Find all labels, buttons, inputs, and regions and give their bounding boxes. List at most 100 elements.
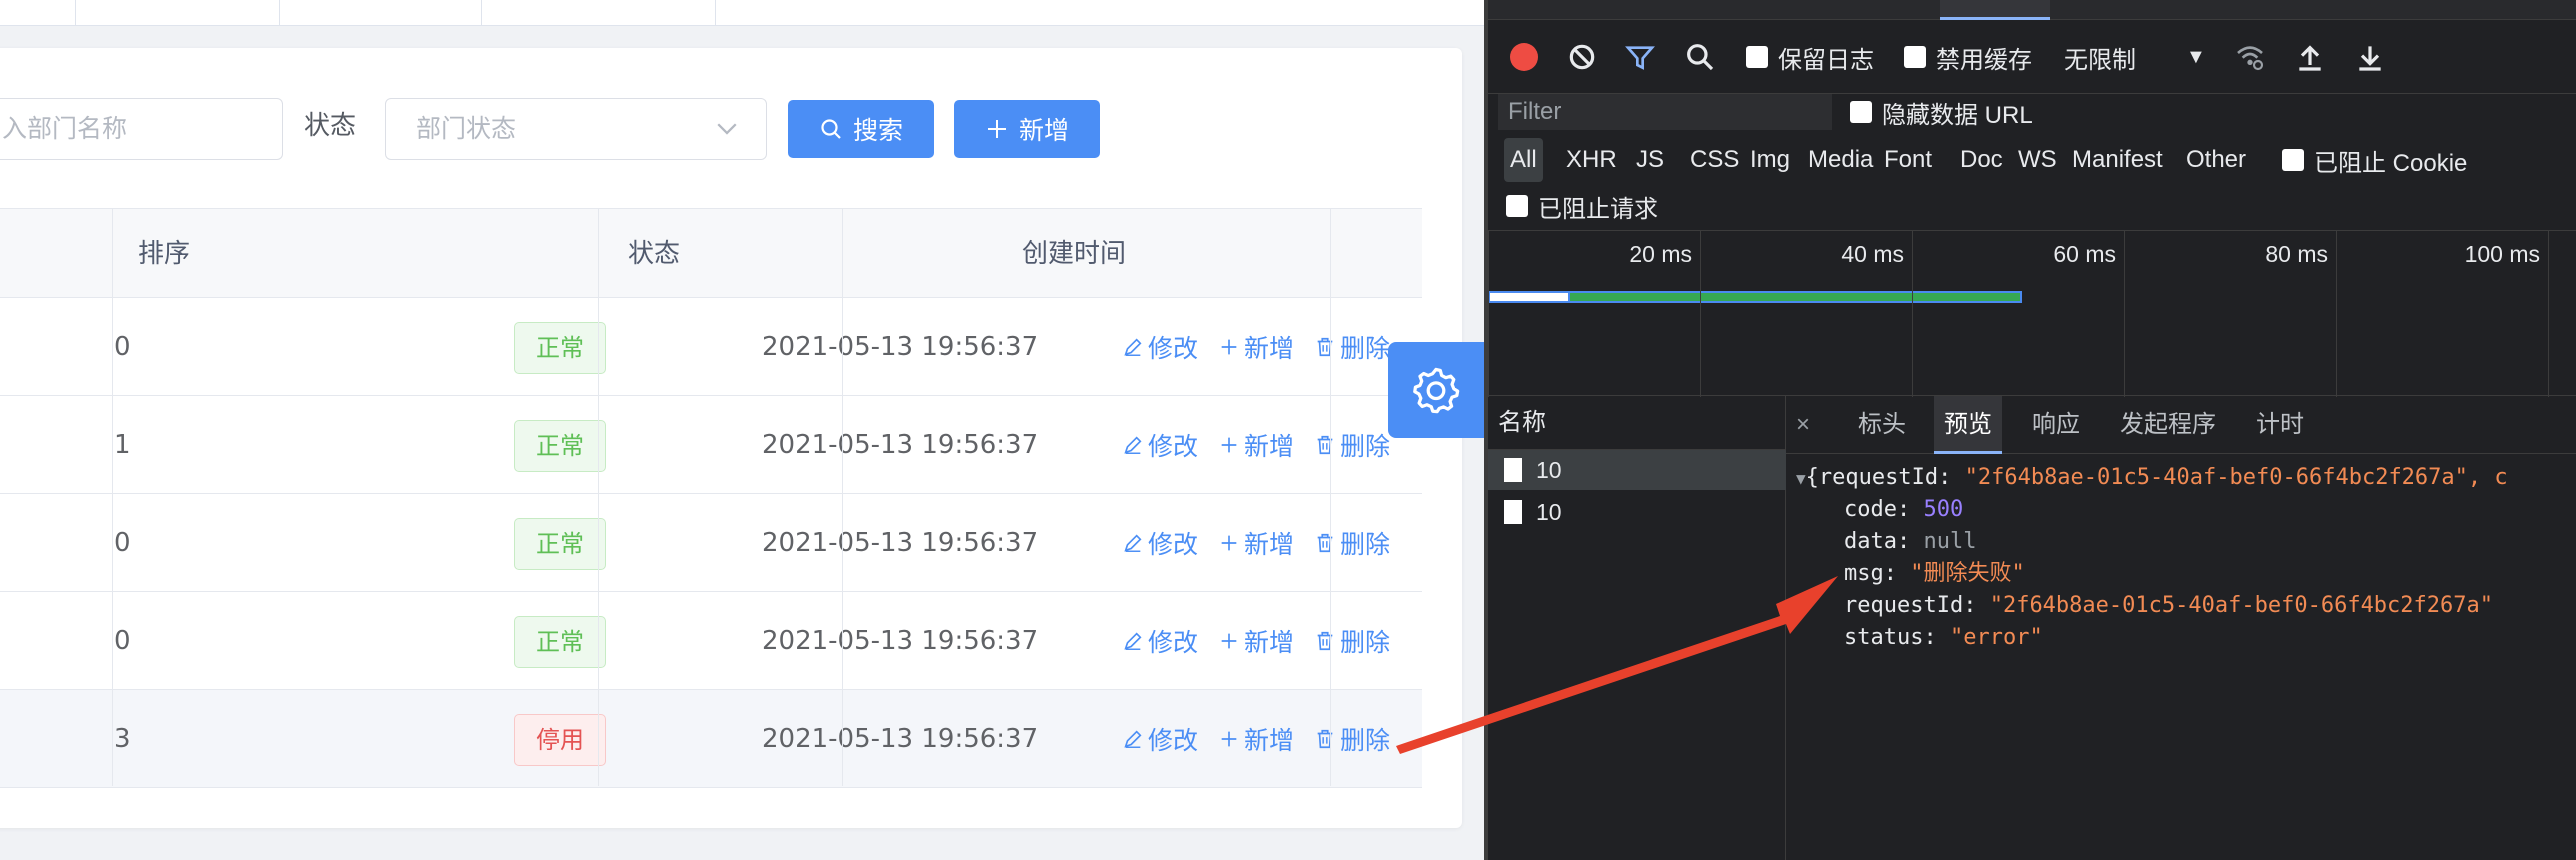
- trash-icon: [1317, 729, 1333, 749]
- edit-button[interactable]: 修改: [1122, 721, 1198, 757]
- type-filter-js[interactable]: JS: [1630, 138, 1670, 182]
- blocked-cookies-checkbox[interactable]: 已阻止 Cookie: [2282, 138, 2467, 182]
- edit-button[interactable]: 修改: [1122, 427, 1198, 463]
- timeline-bar-download: [1570, 291, 2022, 303]
- json-value: null: [1923, 529, 1977, 554]
- type-filter-all[interactable]: All: [1504, 138, 1543, 182]
- checkbox-box: [2282, 149, 2304, 171]
- add-label: 新增: [1244, 628, 1295, 657]
- trash-icon: [1317, 631, 1333, 651]
- type-filter-manifest[interactable]: Manifest: [2066, 138, 2169, 182]
- type-filter-font[interactable]: Font: [1878, 138, 1938, 182]
- add-child-button[interactable]: 新增: [1218, 525, 1294, 561]
- json-value: "2f64b8ae-01c5-40af-bef0-66f4bc2f267a": [1989, 593, 2494, 618]
- add-button[interactable]: 新增: [954, 100, 1100, 158]
- filter-input[interactable]: Filter: [1498, 94, 1832, 130]
- export-har-button[interactable]: [2354, 20, 2386, 94]
- import-har-button[interactable]: [2294, 20, 2326, 94]
- gear-icon: [1413, 367, 1460, 414]
- type-filter-ws[interactable]: WS: [2012, 138, 2063, 182]
- add-child-button[interactable]: 新增: [1218, 721, 1294, 757]
- checkbox-box: [1746, 46, 1768, 68]
- type-filter-css[interactable]: CSS: [1684, 138, 1745, 182]
- edit-button[interactable]: 修改: [1122, 623, 1198, 659]
- timeline-tick-label: 100 ms: [2464, 241, 2540, 267]
- document-icon: [1504, 500, 1522, 524]
- edit-button[interactable]: 修改: [1122, 525, 1198, 561]
- network-timeline[interactable]: 20 ms 40 ms 60 ms 80 ms 100 ms: [1488, 230, 2576, 397]
- edit-label: 修改: [1148, 726, 1199, 755]
- delete-button[interactable]: 删除: [1314, 525, 1390, 561]
- status-select[interactable]: 部门状态: [385, 98, 767, 160]
- timeline-gridline: [1912, 231, 1913, 397]
- timeline-gridline: [1488, 231, 1489, 397]
- type-filter-img[interactable]: Img: [1744, 138, 1796, 182]
- timeline-tick-label: 20 ms: [1629, 241, 1692, 267]
- disable-cache-label: 禁用缓存: [1936, 46, 2032, 74]
- col-header-created: 创建时间: [1022, 239, 1127, 269]
- disable-cache-checkbox[interactable]: 禁用缓存: [1904, 20, 2032, 94]
- delete-button[interactable]: 删除: [1314, 721, 1390, 757]
- blocked-requests-checkbox[interactable]: 已阻止请求: [1506, 184, 1658, 228]
- timeline-bar-waiting: [1488, 291, 1570, 303]
- timeline-tick-label: 80 ms: [2265, 241, 2328, 267]
- plus-icon: [1221, 731, 1237, 747]
- add-child-button[interactable]: 新增: [1218, 329, 1294, 365]
- request-name: 10: [1536, 498, 1562, 525]
- json-summary-line[interactable]: ▼{requestId: "2f64b8ae-01c5-40af-bef0-66…: [1796, 462, 2508, 495]
- request-row[interactable]: 10: [1488, 450, 1786, 490]
- add-child-button[interactable]: 新增: [1218, 427, 1294, 463]
- type-filter-doc[interactable]: Doc: [1954, 138, 2009, 182]
- plus-icon: [1221, 437, 1237, 453]
- tab-initiator[interactable]: 发起程序: [2110, 396, 2226, 454]
- json-key: requestId:: [1844, 593, 1990, 618]
- dept-name-input[interactable]: 入部门名称: [0, 98, 283, 160]
- type-filter-xhr[interactable]: XHR: [1560, 138, 1623, 182]
- type-filter-media[interactable]: Media: [1802, 138, 1879, 182]
- close-icon[interactable]: ×: [1796, 396, 1810, 454]
- strip-cell: [0, 0, 76, 26]
- edit-button[interactable]: 修改: [1122, 329, 1198, 365]
- status-filter-label: 状态: [304, 111, 357, 141]
- json-key: code:: [1844, 497, 1924, 522]
- add-child-button[interactable]: 新增: [1218, 623, 1294, 659]
- trash-icon: [1317, 435, 1333, 455]
- settings-fab[interactable]: [1388, 342, 1484, 438]
- network-tab-active[interactable]: [1940, 0, 2050, 20]
- checkbox-box: [1506, 195, 1528, 217]
- row-actions: 修改 新增 删除: [1122, 396, 1390, 494]
- delete-button[interactable]: 删除: [1314, 329, 1390, 365]
- request-row[interactable]: 10: [1488, 492, 1786, 532]
- throttle-select[interactable]: 无限制 ▼: [2064, 20, 2206, 94]
- record-button[interactable]: [1510, 20, 1538, 94]
- preserve-log-checkbox[interactable]: 保留日志: [1746, 20, 1874, 94]
- json-line-status: status: "error": [1844, 622, 2043, 654]
- json-summary-key: {requestId:: [1805, 465, 1965, 490]
- delete-label: 删除: [1340, 628, 1391, 657]
- edit-label: 修改: [1148, 530, 1199, 559]
- throttle-value: 无限制: [2064, 46, 2136, 74]
- hide-data-urls-checkbox[interactable]: 隐藏数据 URL: [1850, 94, 2033, 130]
- tab-preview[interactable]: 预览: [1934, 396, 2002, 454]
- search-button[interactable]: 搜索: [788, 100, 934, 158]
- add-label: 新增: [1244, 432, 1295, 461]
- edit-icon: [1124, 534, 1142, 552]
- download-icon: [2359, 46, 2381, 71]
- clear-button[interactable]: [1566, 20, 1598, 94]
- search-network-button[interactable]: [1684, 20, 1716, 94]
- tab-timing[interactable]: 计时: [2246, 396, 2314, 454]
- json-key: data:: [1844, 529, 1924, 554]
- tab-headers[interactable]: 标头: [1848, 396, 1916, 454]
- tab-response[interactable]: 响应: [2022, 396, 2090, 454]
- upload-icon: [2299, 45, 2321, 71]
- plus-icon: [1221, 339, 1237, 355]
- delete-button[interactable]: 删除: [1314, 623, 1390, 659]
- delete-button[interactable]: 删除: [1314, 427, 1390, 463]
- sort-cell: 0: [114, 626, 131, 656]
- network-conditions-button[interactable]: [2234, 20, 2266, 94]
- json-line-data: data: null: [1844, 526, 1976, 558]
- type-filter-other[interactable]: Other: [2180, 138, 2252, 182]
- filter-bar: Filter 隐藏数据 URL: [1488, 94, 2576, 140]
- timeline-gridline: [2548, 231, 2549, 397]
- filter-toggle-button[interactable]: [1624, 20, 1656, 94]
